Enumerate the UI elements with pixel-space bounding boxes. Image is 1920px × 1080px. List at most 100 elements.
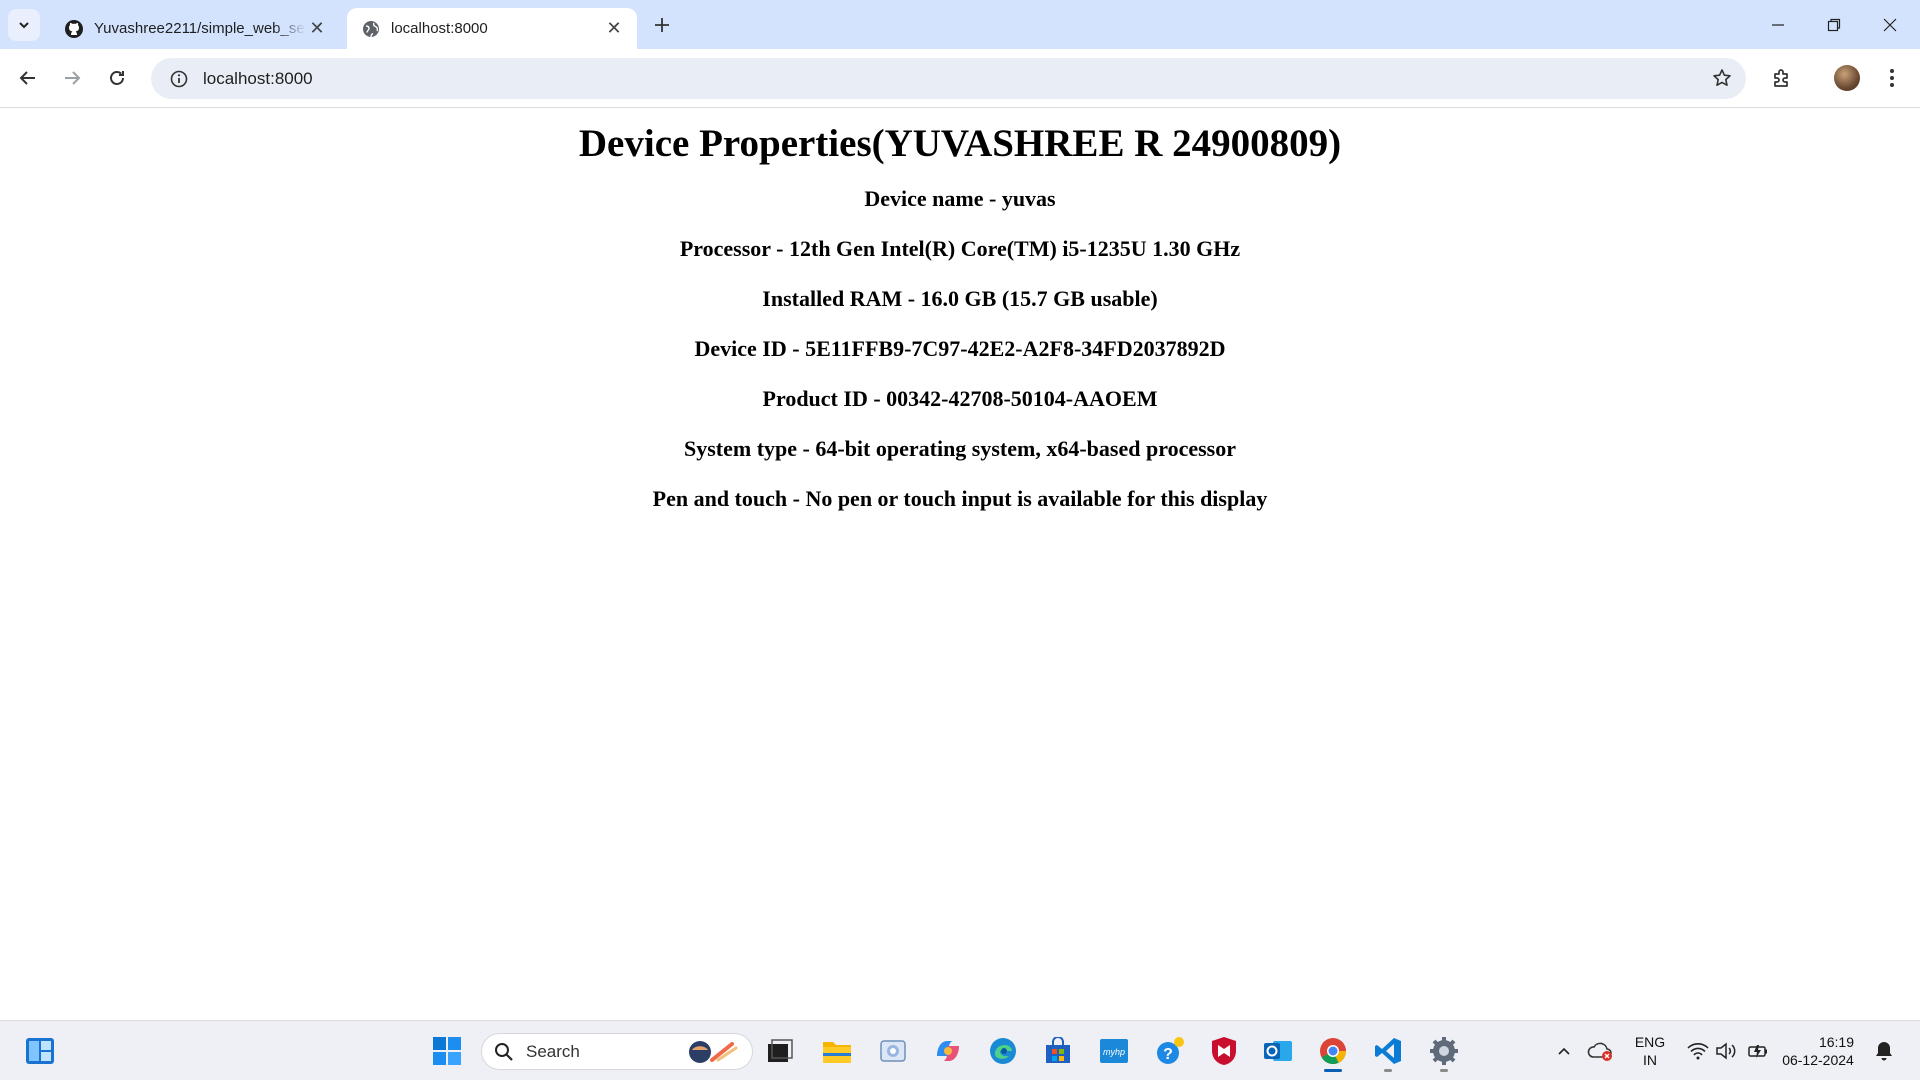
mcafee-button[interactable] (1208, 1035, 1240, 1067)
minimize-icon (1772, 23, 1784, 26)
vscode-icon (1375, 1038, 1401, 1064)
bookmark-star-icon[interactable] (1712, 68, 1732, 93)
browser-menu-button[interactable] (1876, 62, 1908, 94)
help-icon: ? (1157, 1037, 1184, 1064)
installed-ram: Installed RAM - 16.0 GB (15.7 GB usable) (762, 285, 1158, 311)
github-icon (64, 19, 84, 39)
profile-button[interactable] (1831, 62, 1863, 94)
notifications-button[interactable] (1868, 1035, 1900, 1067)
start-button[interactable] (431, 1035, 463, 1067)
search-highlight-icon (684, 1038, 740, 1071)
site-info-icon[interactable] (159, 70, 199, 88)
myhp-button[interactable]: myhp (1098, 1035, 1130, 1067)
more-vertical-icon (1890, 69, 1894, 87)
back-button[interactable] (12, 62, 44, 94)
settings-button[interactable] (1428, 1035, 1460, 1072)
new-tab-button[interactable] (648, 11, 676, 39)
tab-github[interactable]: Yuvashree2211/simple_web_ser ✕ (50, 8, 340, 49)
puzzle-icon (1774, 69, 1788, 87)
arrow-left-icon (19, 71, 35, 85)
clock[interactable]: 16:19 06-12-2024 (1776, 1033, 1860, 1069)
volume-icon (1716, 1042, 1736, 1060)
region-code: IN (1643, 1052, 1657, 1068)
reload-icon (110, 71, 124, 85)
tab-title: localhost:8000 (391, 20, 488, 37)
tab-close-icon[interactable]: ✕ (306, 18, 328, 40)
address-url[interactable]: localhost:8000 (203, 69, 313, 89)
close-window-button[interactable] (1862, 0, 1918, 49)
battery-charging-icon (1748, 1045, 1767, 1058)
system-type: System type - 64-bit operating system, x… (684, 435, 1236, 461)
browser-toolbar: localhost:8000 (0, 49, 1920, 108)
language-indicator[interactable]: ENG IN (1628, 1033, 1672, 1069)
search-label: Search (526, 1041, 580, 1061)
chevron-down-icon (19, 22, 29, 29)
copilot-icon (937, 1041, 959, 1061)
globe-icon (361, 19, 381, 39)
store-icon (1046, 1037, 1070, 1063)
running-indicator (1324, 1069, 1342, 1072)
avatar (1834, 65, 1860, 91)
show-hidden-icons-button[interactable] (1548, 1035, 1580, 1067)
photos-button[interactable] (877, 1035, 909, 1067)
myhp-icon: myhp (1100, 1039, 1128, 1063)
close-icon (1883, 18, 1897, 31)
device-name: Device name - yuvas (864, 185, 1056, 211)
arrow-right-icon (65, 71, 81, 85)
chevron-up-icon (1558, 1047, 1570, 1055)
edge-button[interactable] (987, 1035, 1019, 1067)
processor: Processor - 12th Gen Intel(R) Core(TM) i… (679, 235, 1241, 261)
bell-icon (1876, 1042, 1892, 1061)
pen-and-touch: Pen and touch - No pen or touch input is… (652, 485, 1268, 511)
help-button[interactable]: ? (1154, 1035, 1186, 1067)
file-explorer-button[interactable] (821, 1035, 853, 1067)
restore-button[interactable] (1806, 0, 1862, 49)
device-id: Device ID - 5E11FFB9-7C97-42E2-A2F8-34FD… (694, 335, 1226, 361)
volume-status[interactable] (1710, 1035, 1742, 1067)
widgets-button[interactable] (24, 1035, 56, 1067)
taskbar-search[interactable]: Search (481, 1033, 753, 1070)
clock-date: 06-12-2024 (1782, 1052, 1854, 1068)
vscode-button[interactable] (1372, 1035, 1404, 1072)
minimize-button[interactable] (1750, 0, 1806, 49)
address-bar[interactable]: localhost:8000 (151, 58, 1746, 99)
language-code: ENG (1634, 1034, 1666, 1050)
start-icon (433, 1037, 461, 1065)
onedrive-status-button[interactable] (1585, 1035, 1617, 1067)
widgets-icon (26, 1038, 54, 1064)
photos-icon (880, 1040, 906, 1062)
mcafee-icon (1212, 1037, 1236, 1065)
forward-button[interactable] (56, 62, 88, 94)
svg-text:myhp: myhp (1103, 1047, 1125, 1057)
task-view-icon (768, 1039, 793, 1062)
page-content: Device Properties(YUVASHREE R 24900809) … (0, 109, 1920, 1020)
chrome-icon (1320, 1038, 1346, 1065)
extensions-button[interactable] (1766, 62, 1798, 94)
chrome-button[interactable] (1317, 1035, 1349, 1072)
reload-button[interactable] (101, 62, 133, 94)
running-indicator (1440, 1069, 1448, 1072)
tab-search-button[interactable] (8, 9, 40, 41)
product-id: Product ID - 00342-42708-50104-AAOEM (762, 385, 1158, 411)
running-indicator (1384, 1069, 1392, 1072)
tab-localhost[interactable]: localhost:8000 ✕ (347, 8, 637, 49)
tab-title: Yuvashree2211/simple_web_ser (94, 20, 306, 37)
battery-status[interactable] (1742, 1035, 1774, 1067)
browser-tabstrip: Yuvashree2211/simple_web_ser ✕ localhost… (0, 0, 1920, 49)
cloud-error-icon (1587, 1042, 1612, 1061)
edge-icon (990, 1038, 1016, 1064)
task-view-button[interactable] (764, 1035, 796, 1067)
restore-icon (1827, 18, 1841, 31)
outlook-icon (1264, 1041, 1292, 1061)
search-icon (495, 1042, 513, 1061)
settings-icon (1430, 1037, 1458, 1065)
outlook-button[interactable] (1262, 1035, 1294, 1067)
copilot-button[interactable] (932, 1035, 964, 1067)
taskbar: Search myhp ? ENG IN 16:19 06-12-2024 (0, 1020, 1920, 1080)
clock-time: 16:19 (1818, 1034, 1854, 1050)
wifi-icon (1687, 1043, 1709, 1060)
plus-icon (655, 18, 669, 32)
tab-close-icon[interactable]: ✕ (603, 18, 625, 40)
store-button[interactable] (1042, 1035, 1074, 1067)
page-title: Device Properties(YUVASHREE R 24900809) (578, 122, 1342, 165)
